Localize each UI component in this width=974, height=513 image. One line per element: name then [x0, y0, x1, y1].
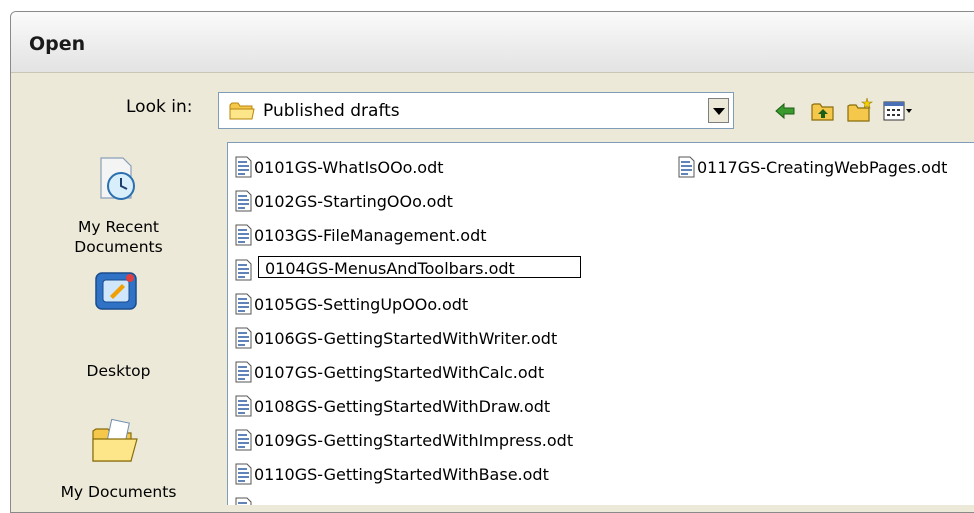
- file-name: 0105GS-SettingUpOOo.odt: [254, 295, 469, 314]
- look-in-label: Look in:: [126, 97, 193, 117]
- file-name: 0102GS-StartingOOo.odt: [254, 192, 453, 211]
- open-dialog: Open Look in: Published drafts My Recent…: [10, 11, 974, 513]
- place-label: Desktop: [86, 362, 151, 380]
- odt-document-icon: [233, 190, 253, 216]
- odt-document-icon: [233, 395, 253, 421]
- odt-document-icon: [233, 224, 253, 250]
- file-name[interactable]: 0104GS-MenusAndToolbars.odt: [258, 256, 581, 278]
- place-my-documents[interactable]: My Documents: [21, 407, 216, 507]
- file-name: 0107GS-GettingStartedWithCalc.odt: [254, 363, 545, 382]
- odt-document-icon: [233, 327, 253, 353]
- new-folder-icon[interactable]: [847, 97, 875, 127]
- place-label-line2: Documents: [74, 238, 163, 256]
- file-name: 0106GS-GettingStartedWithWriter.odt: [254, 329, 558, 348]
- chevron-down-icon: [713, 108, 725, 115]
- back-icon[interactable]: [774, 102, 796, 124]
- file-name: 0117GS-CreatingWebPages.odt: [697, 158, 948, 177]
- odt-document-icon: [233, 361, 253, 387]
- odt-document-icon: [233, 429, 253, 455]
- desktop-icon: [92, 269, 142, 321]
- odt-document-icon: [676, 156, 696, 182]
- file-name: 0101GS-WhatIsOOo.odt: [254, 158, 444, 177]
- folder-icon: [229, 101, 255, 125]
- dropdown-arrow-button[interactable]: [708, 98, 729, 123]
- recent-documents-icon: [91, 154, 141, 208]
- place-label: My Recent: [77, 218, 160, 236]
- places-bar: My Recent Documents Desktop My Documents: [21, 142, 216, 505]
- odt-document-icon: [233, 293, 253, 319]
- my-documents-icon: [91, 418, 141, 469]
- odt-document-icon: [233, 497, 253, 505]
- file-list: 0101GS-WhatIsOOo.odt 0102GS-StartingOOo.…: [227, 142, 974, 505]
- odt-document-icon: [233, 156, 253, 182]
- file-name: 0103GS-FileManagement.odt: [254, 226, 487, 245]
- place-label: My Documents: [60, 483, 177, 501]
- look-in-dropdown[interactable]: Published drafts: [218, 92, 734, 129]
- file-name: 0110GS-GettingStartedWithBase.odt: [254, 465, 549, 484]
- place-my-recent-documents[interactable]: My Recent Documents: [21, 142, 216, 257]
- file-name: 0109GS-GettingStartedWithImpress.odt: [254, 431, 574, 450]
- file-name: 0108GS-GettingStartedWithDraw.odt: [254, 397, 551, 416]
- place-desktop[interactable]: Desktop: [21, 257, 216, 380]
- dialog-title: Open: [29, 33, 86, 55]
- look-in-value: Published drafts: [263, 101, 400, 121]
- title-bar[interactable]: Open: [11, 12, 974, 73]
- view-menu-icon[interactable]: [883, 101, 913, 127]
- odt-document-icon: [233, 259, 253, 285]
- odt-document-icon: [233, 463, 253, 489]
- up-folder-icon[interactable]: [811, 102, 835, 126]
